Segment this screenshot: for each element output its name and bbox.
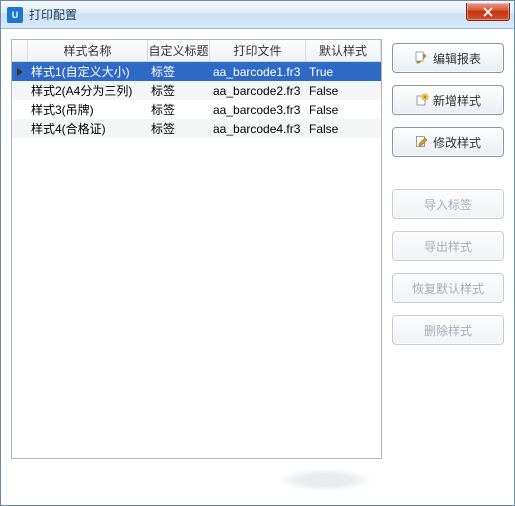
cell-print-file: aa_barcode2.fr3	[210, 81, 306, 100]
cell-name: 样式3(吊牌)	[28, 100, 148, 119]
cell-custom-title: 标签	[148, 119, 210, 138]
window-title: 打印配置	[29, 6, 77, 23]
app-icon: U	[7, 7, 23, 23]
titlebar: U 打印配置	[1, 1, 514, 29]
table-row[interactable]: 样式3(吊牌)标签aa_barcode3.fr3False	[12, 100, 381, 119]
cell-print-file: aa_barcode3.fr3	[210, 100, 306, 119]
row-indicator	[12, 81, 28, 100]
content-area: 样式名称 自定义标题 打印文件 默认样式 样式1(自定义大小)标签aa_barc…	[1, 29, 514, 505]
table-row[interactable]: 样式4(合格证)标签aa_barcode4.fr3False	[12, 119, 381, 138]
modify-icon	[415, 135, 429, 149]
cell-custom-title: 标签	[148, 81, 210, 100]
table-body: 样式1(自定义大小)标签aa_barcode1.fr3True样式2(A4分为三…	[12, 62, 381, 458]
col-header-default-style[interactable]: 默认样式	[306, 40, 381, 61]
button-panel: 编辑报表 新增样式 修改样式 导入标签 导出样式	[392, 39, 504, 495]
cell-print-file: aa_barcode4.fr3	[210, 119, 306, 138]
cell-default-style: False	[306, 119, 381, 138]
col-header-indicator	[12, 40, 28, 61]
edit-report-label: 编辑报表	[433, 50, 481, 67]
edit-icon	[415, 51, 429, 65]
table-row[interactable]: 样式1(自定义大小)标签aa_barcode1.fr3True	[12, 62, 381, 81]
smudge	[280, 469, 370, 491]
cell-custom-title: 标签	[148, 62, 210, 81]
modify-style-label: 修改样式	[433, 134, 481, 151]
cell-default-style: False	[306, 81, 381, 100]
export-style-text: 导出样式	[424, 238, 472, 255]
col-header-name[interactable]: 样式名称	[28, 40, 148, 61]
table-row[interactable]: 样式2(A4分为三列)标签aa_barcode2.fr3False	[12, 81, 381, 100]
row-indicator	[12, 119, 28, 138]
import-label-button: 导入标签	[392, 189, 504, 219]
row-indicator	[12, 62, 28, 81]
cell-print-file: aa_barcode1.fr3	[210, 62, 306, 81]
cell-default-style: False	[306, 100, 381, 119]
edit-report-button[interactable]: 编辑报表	[392, 43, 504, 73]
modify-style-button[interactable]: 修改样式	[392, 127, 504, 157]
delete-style-text: 删除样式	[424, 322, 472, 339]
table-header: 样式名称 自定义标题 打印文件 默认样式	[12, 40, 381, 62]
import-label-text: 导入标签	[424, 196, 472, 213]
delete-style-button: 删除样式	[392, 315, 504, 345]
col-header-print-file[interactable]: 打印文件	[210, 40, 306, 61]
cell-name: 样式1(自定义大小)	[28, 62, 148, 81]
new-style-label: 新增样式	[433, 92, 481, 109]
cell-custom-title: 标签	[148, 100, 210, 119]
restore-default-button: 恢复默认样式	[392, 273, 504, 303]
export-style-button: 导出样式	[392, 231, 504, 261]
close-icon	[483, 7, 493, 17]
cell-name: 样式4(合格证)	[28, 119, 148, 138]
print-config-window: U 打印配置 样式名称 自定义标题 打印文件 默认样式 样式1(自定义大小)标签…	[0, 0, 515, 506]
close-button[interactable]	[466, 3, 510, 21]
new-style-button[interactable]: 新增样式	[392, 85, 504, 115]
new-icon	[415, 93, 429, 107]
cell-default-style: True	[306, 62, 381, 81]
cell-name: 样式2(A4分为三列)	[28, 81, 148, 100]
row-indicator	[12, 100, 28, 119]
col-header-custom-title[interactable]: 自定义标题	[148, 40, 210, 61]
left-pane: 样式名称 自定义标题 打印文件 默认样式 样式1(自定义大小)标签aa_barc…	[11, 39, 382, 495]
footer-area	[11, 465, 382, 495]
restore-default-text: 恢复默认样式	[412, 280, 484, 297]
styles-table[interactable]: 样式名称 自定义标题 打印文件 默认样式 样式1(自定义大小)标签aa_barc…	[11, 39, 382, 459]
